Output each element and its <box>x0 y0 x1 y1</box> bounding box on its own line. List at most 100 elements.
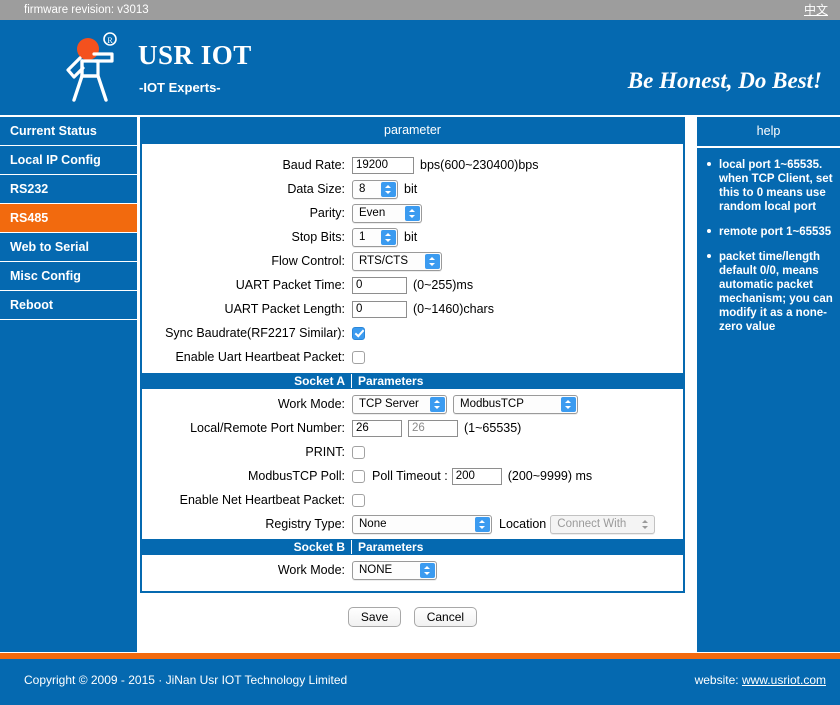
socket-a-modbustcp-poll-label: ModbusTCP Poll: <box>247 469 345 483</box>
row-socket-a-work-mode: Work Mode: TCP Server ModbusTCP <box>142 392 683 416</box>
parity-select[interactable]: Even <box>352 203 422 223</box>
enable-uart-heartbeat-label: Enable Uart Heartbeat Packet: <box>175 350 345 364</box>
chevron-updown-icon <box>420 562 435 578</box>
baud-rate-input[interactable] <box>352 156 414 174</box>
location-label: Location <box>499 517 547 531</box>
firmware-revision-label: firmware revision: v3013 <box>24 4 149 16</box>
flow-control-select[interactable]: RTS/CTS <box>352 251 442 271</box>
row-socket-a-registry-type: Registry Type: None Location Connect Wit… <box>142 512 683 536</box>
sidebar-item-rs485[interactable]: RS485 <box>0 204 137 233</box>
sidebar-item-web-to-serial[interactable]: Web to Serial <box>0 233 137 262</box>
help-item: local port 1~65535. when TCP Client, set… <box>703 158 834 214</box>
sidebar-item-reboot[interactable]: Reboot <box>0 291 137 320</box>
chevron-updown-icon <box>381 229 396 245</box>
socket-a-enable-net-heartbeat-checkbox[interactable] <box>352 493 365 507</box>
sidebar-item-misc-config[interactable]: Misc Config <box>0 262 137 291</box>
website-info: website: www.usriot.com <box>695 673 826 687</box>
baud-rate-label: Baud Rate: <box>282 158 345 172</box>
chevron-updown-icon <box>425 253 440 269</box>
save-button[interactable]: Save <box>347 607 402 627</box>
chevron-updown-icon <box>561 396 576 412</box>
help-desc: 1~65535 <box>786 226 832 238</box>
chevron-updown-icon <box>430 396 445 412</box>
form-actions: Save Cancel <box>140 607 685 627</box>
firmware-bar: firmware revision: v3013 中文 <box>0 0 840 20</box>
socket-a-work-mode-label: Work Mode: <box>277 397 345 411</box>
socket-a-local-port-input[interactable] <box>352 419 402 437</box>
uart-packet-length-hint: (0~1460)chars <box>413 302 494 316</box>
help-desc: default 0/0, means automatic packet mech… <box>719 265 833 333</box>
uart-packet-time-input[interactable] <box>352 276 407 294</box>
brand-subtitle: -IOT Experts- <box>139 80 221 95</box>
uart-packet-time-label: UART Packet Time: <box>235 278 345 292</box>
row-enable-uart-heartbeat: Enable Uart Heartbeat Packet: <box>142 345 683 369</box>
sync-baudrate-checkbox[interactable] <box>352 326 365 340</box>
chevron-updown-icon <box>405 205 420 221</box>
socket-a-registry-type-select[interactable]: None <box>352 514 492 534</box>
help-term: packet time/length <box>719 251 820 263</box>
row-socket-a-modbustcp-poll: ModbusTCP Poll: Poll Timeout : (200~9999… <box>142 464 683 488</box>
row-socket-b-work-mode: Work Mode: NONE <box>142 558 683 582</box>
help-panel: help local port 1~65535. when TCP Client… <box>697 117 840 652</box>
poll-timeout-hint: (200~9999) ms <box>507 469 593 483</box>
stop-bits-label: Stop Bits: <box>291 230 346 244</box>
language-switch-link[interactable]: 中文 <box>804 0 828 20</box>
brand-name: USR IOT <box>138 40 252 70</box>
row-stop-bits: Stop Bits: 1 bit <box>142 225 683 249</box>
socket-a-protocol-select[interactable]: ModbusTCP <box>453 394 578 414</box>
socket-a-remote-port-input[interactable] <box>408 419 458 437</box>
website-label: website: <box>694 673 739 687</box>
sidebar-item-label: Reboot <box>10 298 54 312</box>
help-term: local port <box>719 159 771 171</box>
bullet-icon <box>707 254 711 258</box>
uart-packet-time-hint: (0~255)ms <box>413 278 474 292</box>
sidebar-item-label: RS232 <box>10 182 49 196</box>
site-footer: Copyright © 2009 - 2015 · JiNan Usr IOT … <box>0 659 840 705</box>
panel-body: Baud Rate: bps(600~230400)bps Data Size:… <box>140 144 685 593</box>
enable-uart-heartbeat-checkbox[interactable] <box>352 350 365 364</box>
socket-a-subtitle: Parameters <box>358 374 424 388</box>
stop-bits-select[interactable]: 1 <box>352 227 398 247</box>
sidebar-item-label: Local IP Config <box>10 153 101 167</box>
row-uart-packet-time: UART Packet Time: (0~255)ms <box>142 273 683 297</box>
data-size-select[interactable]: 8 <box>352 179 398 199</box>
data-size-hint: bit <box>404 182 418 196</box>
sidebar-item-label: Current Status <box>10 124 97 138</box>
sidebar-item-label: Misc Config <box>10 269 81 283</box>
parity-label: Parity: <box>309 206 345 220</box>
chevron-updown-icon <box>381 181 396 197</box>
socket-a-port-number-label: Local/Remote Port Number: <box>190 421 345 435</box>
stop-bits-hint: bit <box>404 230 418 244</box>
socket-a-print-label: PRINT: <box>305 445 345 459</box>
socket-a-work-mode-select[interactable]: TCP Server <box>352 394 447 414</box>
row-socket-a-enable-net-heartbeat: Enable Net Heartbeat Packet: <box>142 488 683 512</box>
bullet-icon <box>707 162 711 166</box>
brand-tagline: Be Honest, Do Best! <box>627 68 822 93</box>
uart-packet-length-input[interactable] <box>352 300 407 318</box>
row-parity: Parity: Even <box>142 201 683 225</box>
socket-a-enable-net-heartbeat-label: Enable Net Heartbeat Packet: <box>179 493 345 507</box>
poll-timeout-input[interactable] <box>451 467 502 485</box>
cancel-button[interactable]: Cancel <box>413 607 478 627</box>
socket-a-registry-type-label: Registry Type: <box>265 517 345 531</box>
socket-b-title: Socket B <box>142 540 352 554</box>
socket-a-protocol-value: ModbusTCP <box>460 397 524 410</box>
chevron-updown-icon <box>475 516 490 532</box>
socket-a-section-header: Socket A Parameters <box>142 373 683 389</box>
sidebar-nav: Current Status Local IP Config RS232 RS4… <box>0 117 137 652</box>
socket-b-subtitle: Parameters <box>358 540 424 554</box>
sidebar-item-current-status[interactable]: Current Status <box>0 117 137 146</box>
row-socket-a-print: PRINT: <box>142 440 683 464</box>
row-baud-rate: Baud Rate: bps(600~230400)bps <box>142 153 683 177</box>
socket-b-work-mode-select[interactable]: NONE <box>352 560 437 580</box>
socket-a-modbustcp-poll-checkbox[interactable] <box>352 469 365 483</box>
website-link[interactable]: www.usriot.com <box>742 673 826 687</box>
socket-b-section-header: Socket B Parameters <box>142 539 683 555</box>
sidebar-item-local-ip-config[interactable]: Local IP Config <box>0 146 137 175</box>
socket-a-print-checkbox[interactable] <box>352 445 365 459</box>
help-item: packet time/length default 0/0, means au… <box>703 250 834 334</box>
uart-packet-length-label: UART Packet Length: <box>224 302 345 316</box>
location-select[interactable]: Connect With <box>550 514 656 534</box>
sidebar-item-rs232[interactable]: RS232 <box>0 175 137 204</box>
page-root: firmware revision: v3013 中文 R USR IOT -I… <box>0 0 840 705</box>
